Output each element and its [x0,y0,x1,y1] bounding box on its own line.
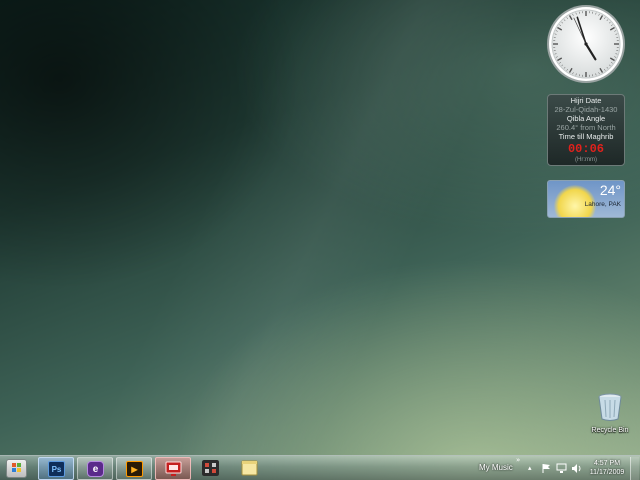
maghrib-label: Time till Maghrib [558,132,614,141]
clock-time: 4:57 PM [593,460,621,467]
recycle-bin-label: Recycle Bin [591,427,629,434]
qibla-angle-value: 260.4° from North [556,123,616,132]
maghrib-countdown: 00:06 [567,142,604,156]
taskbar-app-red[interactable] [155,457,191,480]
taskbar-app-photoshop[interactable]: Ps [38,457,74,480]
hijri-date-label: Hijri Date [570,96,602,105]
taskbar-app-grid[interactable] [193,457,229,480]
taskbar-app-sticky-notes[interactable] [232,457,268,480]
toolbar-chevron-icon[interactable]: » [516,456,520,464]
tray-expand-icon[interactable]: ▴ [528,464,532,472]
weather-location: Lahore, PAK [584,201,621,208]
network-icon[interactable] [556,463,567,474]
hijri-date-value: 28-Zul-Qidah-1430 [554,105,618,114]
sticky-note-icon [241,460,258,476]
flag-icon[interactable] [541,463,552,474]
browser-icon: e [87,461,104,477]
photoshop-icon: Ps [48,461,65,477]
windows-logo-icon [12,463,21,472]
wallpaper [0,0,640,455]
taskbar-app-media-player[interactable]: ▶ [116,457,152,480]
recycle-bin[interactable]: Recycle Bin [586,392,634,438]
recycle-bin-icon [598,393,622,421]
play-icon: ▶ [126,461,143,477]
countdown-unit: (Hr:mm) [575,157,597,163]
clock-date: 11/17/2009 [589,469,625,476]
volume-icon[interactable] [571,463,582,474]
my-music-toolbar[interactable]: My Music [479,463,513,472]
system-clock[interactable]: 4:57 PM 11/17/2009 [585,459,629,477]
clock-gadget[interactable] [546,4,626,84]
weather-temperature: 24° [599,182,621,198]
taskbar-app-browser[interactable]: e [77,457,113,480]
qibla-angle-label: Qibla Angle [566,114,606,123]
weather-gadget[interactable]: 24° Lahore, PAK [547,180,625,218]
monitor-icon [165,461,182,476]
islamic-info-gadget[interactable]: Hijri Date 28-Zul-Qidah-1430 Qibla Angle… [547,94,625,166]
start-button[interactable] [6,459,27,478]
taskbar: Ps e ▶ My Music » ▴ 4:57 PM 11/17/2009 [0,455,640,480]
grid-app-icon [202,460,219,476]
show-desktop-button[interactable] [630,457,639,480]
